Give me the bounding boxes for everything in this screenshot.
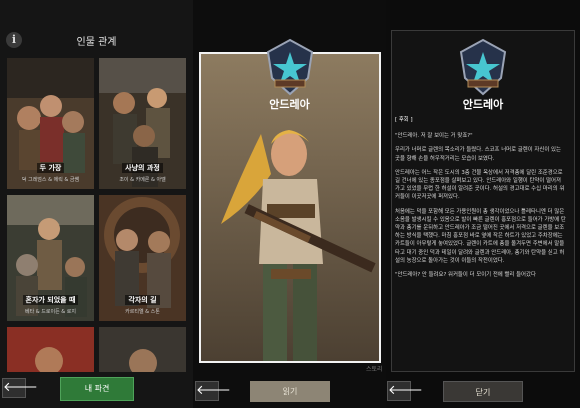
read-button[interactable]: 읽기: [250, 381, 330, 402]
card-title: 혼자가 되었을 때: [22, 295, 79, 305]
card-subtitle: 카르티엘 & 스톤: [125, 309, 160, 315]
panel-title: 인물 관계: [76, 37, 117, 48]
back-arrow-icon[interactable]: 🡐: [387, 381, 423, 401]
card-title: 두 가장: [36, 163, 65, 173]
story-panel: 안드레아 [ 후회 ] "안드레아. 저 잘 보이는 거 맞죠?" 우리가 너머…: [386, 0, 580, 408]
story-label: 스토리: [366, 366, 383, 373]
character-portrait-panel: 안드레아 스토리 🡐 읽기: [193, 0, 386, 408]
story-text: [ 후회 ] "안드레아. 저 잘 보이는 거 맞죠?" 우리가 너머로 글렌의…: [395, 116, 567, 285]
card-subtitle: 조이 & 카메론 & 아델: [119, 177, 166, 183]
card-title: 사냥의 과정: [122, 163, 163, 173]
relationship-card-two-heads[interactable]: 두 가장 덕 그레엄스 & 에릭 & 금쌤: [7, 58, 94, 189]
relationship-panel: ⅰ 인물 관계 두 가장 덕 그레엄스 & 에릭 & 금쌤 사냥의 과정 조이 …: [0, 0, 193, 408]
back-arrow-icon[interactable]: 🡐: [2, 378, 38, 398]
card-illustration: [99, 327, 186, 372]
relationship-card[interactable]: [99, 327, 186, 372]
emblem-icon: [266, 38, 314, 96]
story-section-title: [ 후회 ]: [395, 117, 413, 123]
story-paragraph: 처음에는 덕을 포함해 모든 가용인원이 총 생각이었으나 틀레타니엔 더 많은…: [395, 208, 566, 264]
card-subtitle: 베타 & 드로이든 & 로지: [25, 309, 76, 315]
story-paragraph: 우리가 너머로 글렌의 목소리가 들렸다. 스코프 너머로 글렌이 자신이 있는…: [395, 147, 561, 162]
relationship-card-separate-ways[interactable]: 각자의 길 카르티엘 & 스톤: [99, 195, 186, 321]
back-arrow-icon[interactable]: 🡐: [195, 381, 231, 401]
card-illustration: [7, 327, 94, 372]
relationship-card[interactable]: [7, 327, 94, 372]
story-paragraph: "안드레아? 안 들려요? 워커들이 더 모이기 전에 빨리 들어갔다: [395, 272, 536, 279]
story-paragraph: 안드레아는 어느 작은 도시의 3층 건물 옥상에서 저격총에 달린 조준경으로…: [395, 169, 565, 201]
relationship-card-hunting[interactable]: 사냥의 과정 조이 & 카메론 & 아델: [99, 58, 186, 189]
story-paragraph: "안드레아. 저 잘 보이는 거 맞죠?": [395, 133, 473, 140]
character-name: 안드레아: [462, 98, 504, 111]
card-subtitle: 덕 그레엄스 & 에릭 & 금쌤: [21, 177, 80, 183]
character-name: 안드레아: [269, 98, 310, 111]
relationship-card-alone[interactable]: 혼자가 되었을 때 베타 & 드로이든 & 로지: [7, 195, 94, 321]
card-title: 각자의 길: [125, 295, 160, 305]
emblem-icon: [459, 38, 507, 96]
my-dispatch-button[interactable]: 내 파견: [60, 377, 134, 401]
close-button[interactable]: 닫기: [443, 381, 523, 402]
